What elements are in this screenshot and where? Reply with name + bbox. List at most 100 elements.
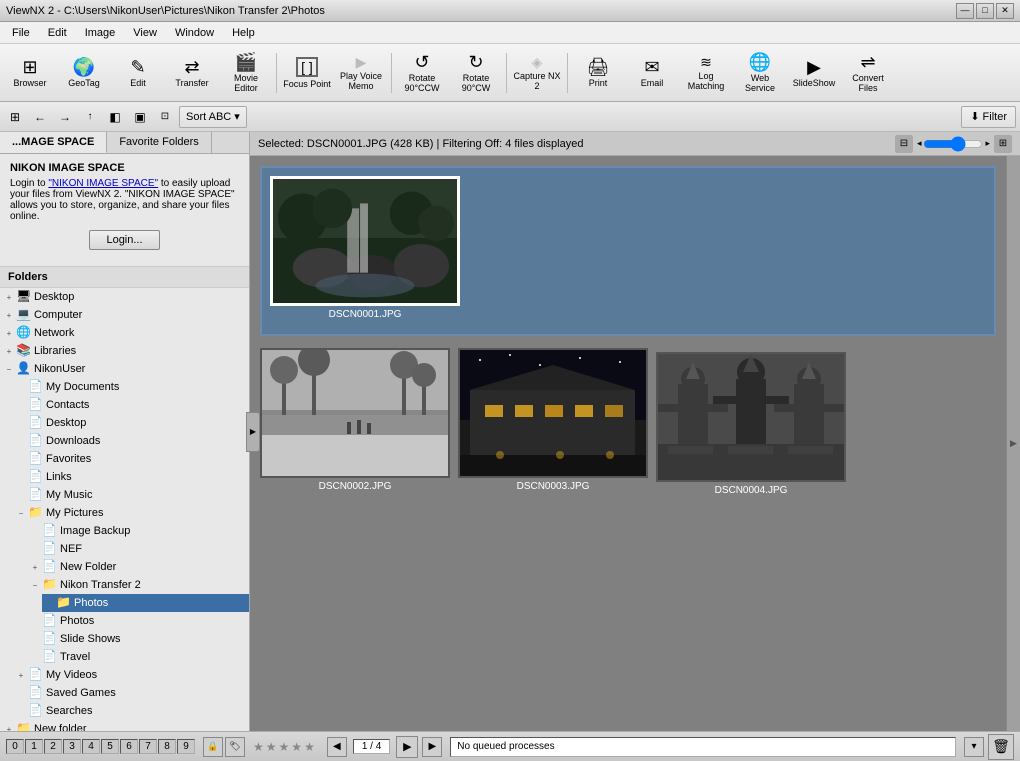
- play-voice-button[interactable]: ▶ Play Voice Memo: [335, 47, 387, 99]
- star-5[interactable]: ★: [304, 740, 315, 754]
- tree-item-my-videos[interactable]: + 📄 My Videos: [14, 666, 249, 684]
- right-panel-toggle[interactable]: ▶: [1006, 156, 1020, 731]
- menu-help[interactable]: Help: [224, 25, 263, 41]
- email-button[interactable]: ✉ Email: [626, 47, 678, 99]
- tree-item-my-pictures[interactable]: − 📁 My Pictures: [14, 504, 249, 522]
- menu-window[interactable]: Window: [167, 25, 222, 41]
- transfer-button[interactable]: ⇄ Transfer: [166, 47, 218, 99]
- expander-libraries[interactable]: +: [2, 344, 16, 358]
- tree-item-contacts[interactable]: 📄 Contacts: [14, 396, 249, 414]
- image-cell-1[interactable]: DSCN0001.JPG: [270, 176, 460, 320]
- star-2[interactable]: ★: [266, 740, 277, 754]
- num-9[interactable]: 9: [177, 739, 195, 754]
- num-7[interactable]: 7: [139, 739, 157, 754]
- browser-button[interactable]: ⊞ Browser: [4, 47, 56, 99]
- movie-editor-button[interactable]: 🎬 Movie Editor: [220, 47, 272, 99]
- image-cell-3[interactable]: DSCN0003.JPG: [458, 348, 648, 496]
- star-1[interactable]: ★: [253, 740, 264, 754]
- close-button[interactable]: ✕: [996, 3, 1014, 19]
- prev-image-button[interactable]: ◀: [327, 737, 347, 757]
- focus-point-button[interactable]: [ ] Focus Point: [281, 47, 333, 99]
- view-grid-button[interactable]: ⊞: [4, 106, 26, 128]
- tree-item-links[interactable]: 📄 Links: [14, 468, 249, 486]
- tree-item-desktop2[interactable]: 📄 Desktop: [14, 414, 249, 432]
- tree-item-libraries[interactable]: + 📚 Libraries: [0, 342, 249, 360]
- star-3[interactable]: ★: [279, 740, 290, 754]
- copy-button[interactable]: ⊡: [154, 106, 176, 128]
- rotate-ccw-button[interactable]: ↺ Rotate 90°CCW: [396, 47, 448, 99]
- menu-view[interactable]: View: [125, 25, 165, 41]
- tree-item-image-backup[interactable]: 📄 Image Backup: [28, 522, 249, 540]
- sort-button[interactable]: Sort ABC ▾: [179, 106, 247, 128]
- num-3[interactable]: 3: [63, 739, 81, 754]
- expander-desktop[interactable]: +: [2, 290, 16, 304]
- tree-item-saved-games[interactable]: 📄 Saved Games: [14, 684, 249, 702]
- delete-button[interactable]: 🗑: [988, 734, 1014, 760]
- filter-button[interactable]: ⬇ Filter: [961, 106, 1016, 128]
- login-button[interactable]: Login...: [89, 230, 159, 250]
- protect-button[interactable]: 🔒: [203, 737, 223, 757]
- num-1[interactable]: 1: [25, 739, 43, 754]
- selected-row[interactable]: DSCN0001.JPG: [260, 166, 996, 336]
- tree-item-travel[interactable]: 📄 Travel: [28, 648, 249, 666]
- num-0[interactable]: 0: [6, 739, 24, 754]
- image-cell-4[interactable]: DSCN0004.JPG: [656, 352, 846, 496]
- edit-button[interactable]: ✎ Edit: [112, 47, 164, 99]
- star-4[interactable]: ★: [291, 740, 302, 754]
- menu-file[interactable]: File: [4, 25, 38, 41]
- flag-button[interactable]: 🏷: [225, 737, 245, 757]
- tree-item-photos2[interactable]: 📄 Photos: [28, 612, 249, 630]
- tree-item-downloads[interactable]: 📄 Downloads: [14, 432, 249, 450]
- expander-nikonuser[interactable]: −: [2, 362, 16, 376]
- geotag-button[interactable]: 🌍 GeoTag: [58, 47, 110, 99]
- num-2[interactable]: 2: [44, 739, 62, 754]
- num-4[interactable]: 4: [82, 739, 100, 754]
- collapse-panel-button[interactable]: ▶: [246, 412, 260, 452]
- slideshow-button[interactable]: ▶ SlideShow: [788, 47, 840, 99]
- tree-item-my-music[interactable]: 📄 My Music: [14, 486, 249, 504]
- tab-favorite-folders[interactable]: Favorite Folders: [107, 132, 211, 153]
- view-single-icon[interactable]: ⊟: [895, 135, 913, 153]
- num-8[interactable]: 8: [158, 739, 176, 754]
- tree-item-nikonuser[interactable]: − 👤 NikonUser: [0, 360, 249, 378]
- tree-item-computer[interactable]: + 💻 Computer: [0, 306, 249, 324]
- maximize-button[interactable]: □: [976, 3, 994, 19]
- web-service-button[interactable]: 🌐 Web Service: [734, 47, 786, 99]
- tree-item-nikon-transfer2[interactable]: − 📁 Nikon Transfer 2: [28, 576, 249, 594]
- queue-dropdown-button[interactable]: ▾: [964, 737, 984, 757]
- tree-item-searches[interactable]: 📄 Searches: [14, 702, 249, 720]
- tree-item-network[interactable]: + 🌐 Network: [0, 324, 249, 342]
- tree-item-photos-selected[interactable]: 📁 Photos: [42, 594, 249, 612]
- nikon-space-link[interactable]: "NIKON IMAGE SPACE": [48, 178, 158, 189]
- minimize-button[interactable]: —: [956, 3, 974, 19]
- expander-computer[interactable]: +: [2, 308, 16, 322]
- print-button[interactable]: 🖨 Print: [572, 47, 624, 99]
- zoom-slider[interactable]: [923, 138, 983, 150]
- tree-item-slide-shows[interactable]: 📄 Slide Shows: [28, 630, 249, 648]
- num-6[interactable]: 6: [120, 739, 138, 754]
- capture-nx-button[interactable]: ◈ Capture NX 2: [511, 47, 563, 99]
- view-toggle-button[interactable]: ◧: [104, 106, 126, 128]
- tab-image-space[interactable]: ...MAGE SPACE: [0, 132, 107, 153]
- nav-back-button[interactable]: ←: [29, 106, 51, 128]
- nav-forward-button[interactable]: →: [54, 106, 76, 128]
- rotate-cw-button[interactable]: ↻ Rotate 90°CW: [450, 47, 502, 99]
- tree-item-desktop[interactable]: + 🖥 Desktop: [0, 288, 249, 306]
- play-button[interactable]: ▶: [396, 736, 418, 758]
- tree-item-new-folder2[interactable]: + 📁 New folder: [0, 720, 249, 731]
- menu-image[interactable]: Image: [77, 25, 124, 41]
- tree-item-my-documents[interactable]: 📄 My Documents: [14, 378, 249, 396]
- log-matching-button[interactable]: ≋ Log Matching: [680, 47, 732, 99]
- expander-network[interactable]: +: [2, 326, 16, 340]
- nav-up-button[interactable]: ↑: [79, 106, 101, 128]
- tree-item-new-folder[interactable]: + 📄 New Folder: [28, 558, 249, 576]
- menu-edit[interactable]: Edit: [40, 25, 75, 41]
- num-5[interactable]: 5: [101, 739, 119, 754]
- image-cell-2[interactable]: DSCN0002.JPG: [260, 348, 450, 496]
- tree-item-favorites[interactable]: 📄 Favorites: [14, 450, 249, 468]
- convert-files-button[interactable]: ⇌ Convert Files: [842, 47, 894, 99]
- view-multi-icon[interactable]: ⊞: [994, 135, 1012, 153]
- tree-item-nef[interactable]: 📄 NEF: [28, 540, 249, 558]
- view-mode-button[interactable]: ▣: [129, 106, 151, 128]
- next-image-button[interactable]: ▶: [422, 737, 442, 757]
